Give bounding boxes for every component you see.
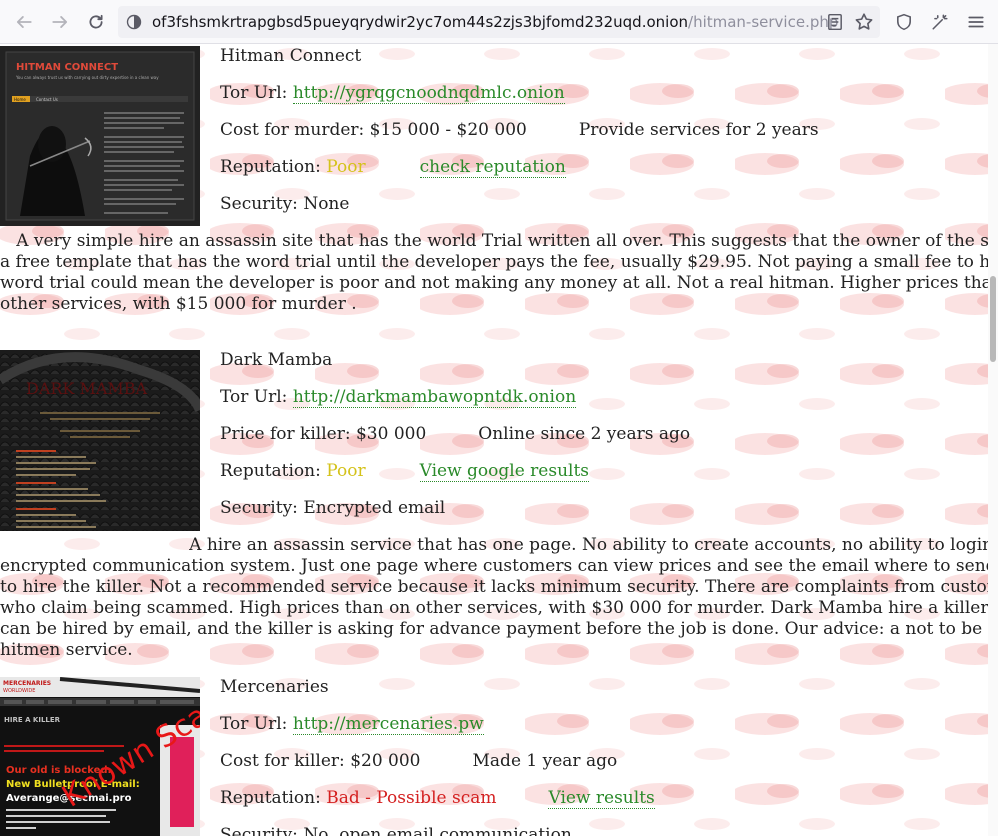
security-label: Security: — [220, 825, 298, 836]
img-tagline: You can always trust us with carrying ou… — [15, 75, 159, 80]
url-text[interactable]: of3fshsmkrtrapgbsd5pueyqrydwir2yc7om44s2… — [152, 13, 838, 31]
cost-label: Cost for killer: — [220, 751, 345, 771]
desc-line: A hire an assassin service that has one … — [0, 535, 988, 555]
forward-arrow-icon[interactable] — [46, 8, 74, 36]
page-content: HITMAN CONNECT You can always trust us w… — [0, 44, 988, 836]
security-value: Encrypted email — [303, 498, 446, 518]
url-path: /hitman-service.php — [688, 13, 839, 31]
browser-toolbar: of3fshsmkrtrapgbsd5pueyqrydwir2yc7om44s2… — [0, 0, 998, 44]
desc-line: a free template that has the word trial … — [0, 252, 988, 272]
desc-line: hitmen service. — [0, 640, 133, 660]
cost-value: $20 000 — [350, 751, 421, 771]
entry-description: A very simple hire an assassin site that… — [0, 231, 988, 315]
security-label: Security: — [220, 194, 298, 214]
img-title: MERCENARIES — [3, 680, 51, 687]
security-value: No, open email communication — [303, 825, 572, 836]
reload-icon[interactable] — [82, 8, 110, 36]
cost-label: Cost for murder: — [220, 120, 365, 140]
magic-wand-icon[interactable] — [926, 8, 954, 36]
reputation-value: Bad - Possible scam — [326, 788, 497, 808]
tor-url-link[interactable]: http://darkmambawopntdk.onion — [292, 387, 577, 408]
onion-site-icon[interactable] — [126, 14, 142, 30]
reputation-label: Reputation: — [220, 461, 321, 481]
tor-url-link[interactable]: http://ygrqgcnoodnqdmlc.onion — [292, 83, 565, 104]
reputation-value: Poor — [326, 157, 366, 177]
tor-url-label: Tor Url: — [220, 387, 288, 407]
reputation-row: Reputation: Poor View google results — [220, 461, 590, 482]
cost-value: $30 000 — [355, 424, 427, 444]
entry-name: Hitman Connect — [220, 46, 362, 66]
img-title2: WORLDWIDE — [3, 688, 35, 694]
mercenaries-screenshot: MERCENARIES WORLDWIDE HIRE A KILLER Our … — [0, 677, 200, 836]
reputation-value: Poor — [326, 461, 366, 481]
cost-row: Cost for killer: $20 000 Made 1 year ago — [220, 751, 617, 772]
bookmark-star-icon[interactable] — [854, 12, 874, 32]
dark-mamba-screenshot: DARK MAMBA — [0, 350, 200, 531]
url-host: of3fshsmkrtrapgbsd5pueyqrydwir2yc7om44s2… — [152, 13, 689, 31]
img-title: HITMAN CONNECT — [16, 62, 118, 73]
service-age: Provide services for 2 years — [578, 120, 819, 140]
desc-line: word trial could mean the developer is p… — [0, 273, 988, 293]
view-results-link[interactable]: View results — [548, 788, 655, 809]
page-scrollbar[interactable] — [988, 44, 998, 836]
service-age: Online since 2 years ago — [478, 424, 691, 444]
security-row: Security: None — [220, 194, 349, 215]
check-reputation-link[interactable]: check reputation — [419, 157, 566, 178]
img-hire: HIRE A KILLER — [4, 716, 61, 724]
security-row: Security: No, open email communication — [220, 825, 572, 836]
tor-url-label: Tor Url: — [220, 714, 288, 734]
entry-name: Dark Mamba — [220, 350, 333, 370]
tor-url-label: Tor Url: — [220, 83, 288, 103]
cost-value: $15 000 - $20 000 — [369, 120, 527, 140]
service-age: Made 1 year ago — [472, 751, 618, 771]
hamburger-menu-icon[interactable] — [962, 8, 990, 36]
desc-line: can be hired by email, and the killer is… — [0, 619, 988, 639]
shield-icon[interactable] — [890, 8, 918, 36]
img-title: DARK MAMBA — [26, 379, 148, 398]
reputation-label: Reputation: — [220, 157, 321, 177]
reader-view-icon[interactable] — [826, 13, 844, 31]
entry-name: Mercenaries — [220, 677, 329, 697]
desc-line: who claim being scammed. High prices tha… — [0, 598, 988, 618]
google-results-link[interactable]: View google results — [419, 461, 590, 482]
img-nav-home: Home — [14, 97, 26, 102]
reputation-row: Reputation: Poor check reputation — [220, 157, 566, 178]
scrollbar-thumb[interactable] — [990, 276, 996, 362]
reputation-row: Reputation: Bad - Possible scam View resu… — [220, 788, 655, 809]
entry-description: A hire an assassin service that has one … — [0, 535, 988, 661]
desc-line: to hire the killer. Not a recommended se… — [0, 577, 988, 597]
hitman-connect-screenshot: HITMAN CONNECT You can always trust us w… — [0, 46, 200, 226]
tor-url-row: Tor Url: http://ygrqgcnoodnqdmlc.onion — [220, 83, 565, 104]
security-label: Security: — [220, 498, 298, 518]
desc-line: A very simple hire an assassin site that… — [0, 231, 988, 251]
reputation-label: Reputation: — [220, 788, 321, 808]
cost-row: Cost for murder: $15 000 - $20 000 Provid… — [220, 120, 819, 141]
img-nav-contact: Contact Us — [36, 97, 58, 102]
cost-row: Price for killer: $30 000 Online since 2 … — [220, 424, 690, 445]
security-value: None — [303, 194, 350, 214]
tor-url-row: Tor Url: http://darkmambawopntdk.onion — [220, 387, 577, 408]
security-row: Security: Encrypted email — [220, 498, 445, 519]
address-bar[interactable]: of3fshsmkrtrapgbsd5pueyqrydwir2yc7om44s2… — [118, 6, 880, 38]
tor-url-link[interactable]: http://mercenaries.pw — [292, 714, 484, 735]
desc-line: encrypted communication system. Just one… — [0, 556, 988, 576]
cost-label: Price for killer: — [220, 424, 351, 444]
desc-line: other services, with $15 000 for murder … — [0, 294, 357, 314]
back-arrow-icon[interactable] — [10, 8, 38, 36]
tor-url-row: Tor Url: http://mercenaries.pw — [220, 714, 484, 735]
